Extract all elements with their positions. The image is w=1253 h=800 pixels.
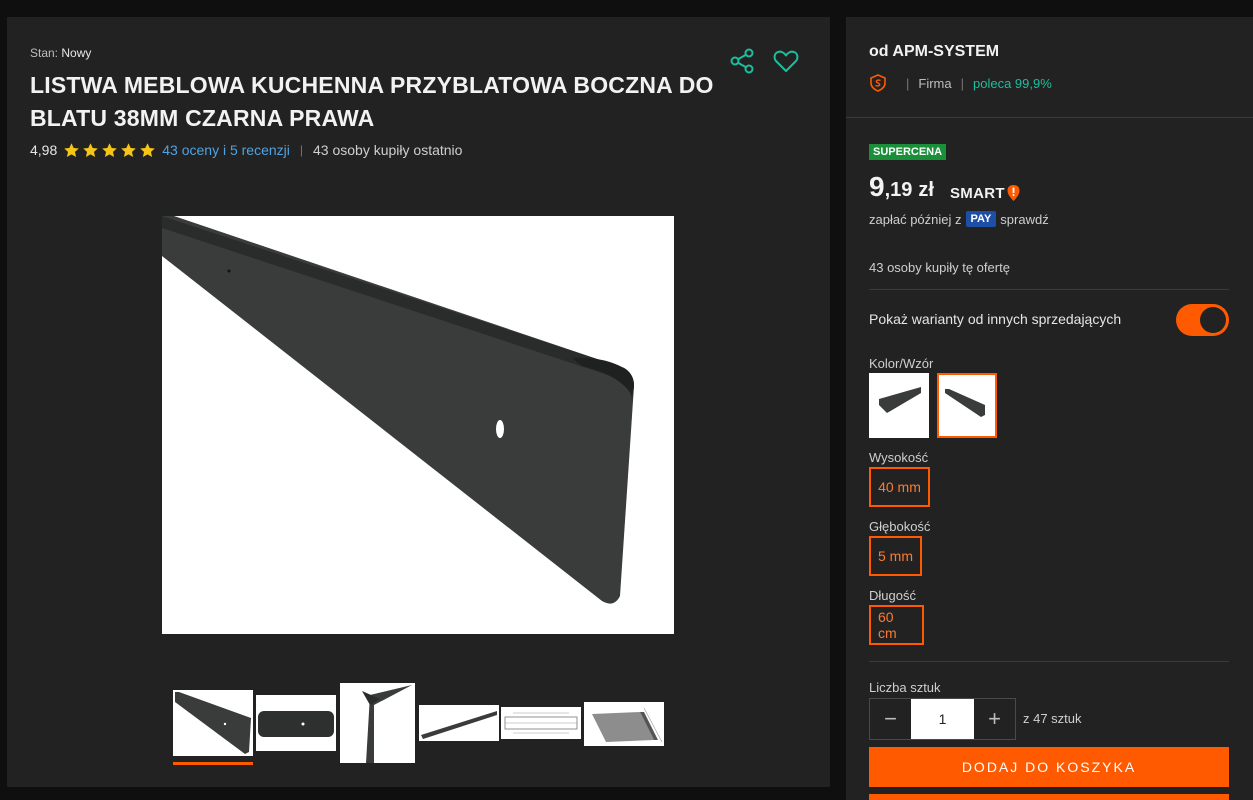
separator: |	[906, 75, 910, 91]
offer-buyers: 43 osoby kupiły tę ofertę	[869, 260, 1010, 275]
color-label: Kolor/Wzór	[869, 356, 934, 371]
star-icon	[140, 142, 156, 157]
star-rating	[63, 142, 156, 159]
price-main: 9	[869, 171, 885, 202]
active-thumbnail-indicator	[173, 762, 253, 765]
thumbnail-6[interactable]	[584, 702, 664, 746]
super-seller-shield-icon	[870, 74, 886, 92]
divider	[869, 661, 1229, 662]
smart-badge[interactable]: SMART	[950, 184, 1021, 202]
other-sellers-variants-label: Pokaż warianty od innych sprzedających	[869, 311, 1122, 327]
quantity-max: z 47 sztuk	[1023, 711, 1082, 726]
seller-type: Firma	[918, 75, 952, 91]
star-icon	[121, 142, 137, 157]
offer-panel: od APM-SYSTEM | Firma | poleca 99,9% SUP…	[846, 17, 1253, 800]
seller-name[interactable]: od APM-SYSTEM	[869, 43, 999, 61]
color-swatch-2[interactable]	[937, 373, 997, 438]
product-gallery-card: Stan: Nowy LISTWA MEBLOWA KUCHENNA PRZYB…	[7, 17, 830, 787]
color-swatch-1[interactable]	[869, 373, 929, 438]
quantity-increase-button[interactable]: +	[974, 699, 1015, 739]
quantity-stepper: − +	[869, 698, 1016, 740]
share-icon[interactable]	[728, 47, 756, 75]
seller-recommend-rate[interactable]: poleca 99,9%	[973, 76, 1052, 91]
buy-now-button[interactable]	[869, 794, 1229, 800]
toggle-knob	[1200, 307, 1226, 333]
depth-label: Głębokość	[869, 519, 931, 534]
rating-value: 4,98	[30, 142, 58, 158]
bought-recently: 43 osoby kupiły ostatnio	[313, 142, 463, 158]
main-product-image[interactable]	[162, 216, 674, 634]
separator: |	[960, 75, 964, 91]
supercena-badge: SUPERCENA	[869, 144, 947, 160]
seller-meta: | Firma | poleca 99,9%	[869, 74, 1052, 92]
price-fraction: ,19	[884, 179, 913, 201]
heart-icon[interactable]	[772, 47, 800, 75]
divider	[846, 117, 1253, 118]
height-option-40mm[interactable]: 40 mm	[869, 467, 930, 507]
price-currency: zł	[918, 179, 934, 201]
star-icon	[83, 142, 99, 157]
smart-exclamation-icon	[1007, 185, 1020, 201]
rating-row: 4,98 43 oceny i 5 recenzji | 43 osoby ku…	[30, 140, 462, 160]
thumbnail-2[interactable]	[256, 695, 336, 751]
pay-later-prefix: zapłać później z	[869, 211, 962, 227]
star-icon	[102, 142, 118, 157]
pay-later-row: zapłać później z PAY sprawdź	[869, 211, 1049, 227]
depth-option-5mm[interactable]: 5 mm	[869, 536, 922, 576]
length-label: Długość	[869, 588, 916, 603]
other-sellers-variants-toggle[interactable]	[1176, 304, 1229, 336]
star-icon	[64, 142, 80, 157]
smart-label: SMART	[950, 184, 1005, 202]
pay-logo: PAY	[965, 211, 997, 227]
condition-label: Stan:	[30, 46, 59, 60]
quantity-label: Liczba sztuk	[869, 680, 941, 695]
pay-later-check-link[interactable]: sprawdź	[1000, 212, 1048, 227]
length-option-60cm[interactable]: 60 cm	[869, 605, 924, 645]
product-condition: Stan: Nowy	[30, 46, 91, 60]
add-to-cart-button[interactable]: DODAJ DO KOSZYKA	[869, 747, 1229, 787]
price: 9 ,19 zł	[869, 171, 934, 203]
product-title: LISTWA MEBLOWA KUCHENNA PRZYBLATOWA BOCZ…	[30, 72, 714, 131]
quantity-decrease-button[interactable]: −	[870, 699, 911, 739]
height-label: Wysokość	[869, 450, 929, 465]
thumbnail-4[interactable]	[419, 705, 499, 741]
thumbnail-5[interactable]	[501, 707, 581, 739]
condition-value: Nowy	[61, 46, 92, 60]
thumbnail-3[interactable]	[340, 683, 415, 763]
quantity-input[interactable]	[911, 699, 974, 739]
divider	[869, 289, 1229, 290]
reviews-link[interactable]: 43 oceny i 5 recenzji	[162, 142, 290, 158]
separator: |	[299, 143, 304, 157]
thumbnail-strip	[172, 682, 672, 763]
thumbnail-1[interactable]	[173, 690, 253, 756]
